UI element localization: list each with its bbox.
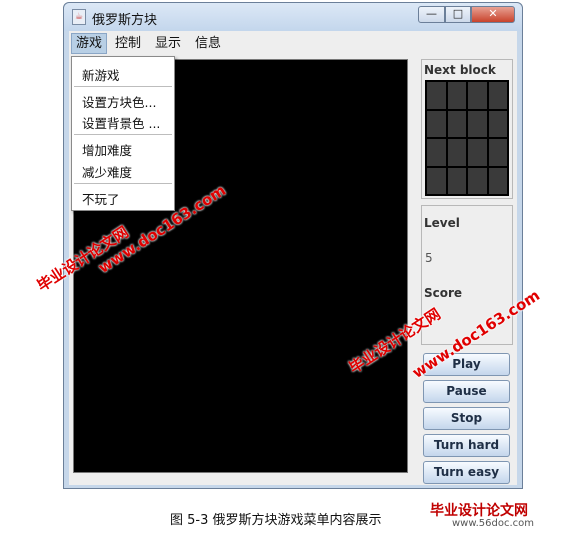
menu-item-decrease-difficulty[interactable]: 减少难度 [82,162,132,181]
client-area: 游戏 控制 显示 信息 新游戏 设置方块色... 设置背景色 ... 增加难度 … [69,31,517,485]
window-title: 俄罗斯方块 [92,13,158,28]
java-icon: ☕ [72,9,86,25]
menu-separator [74,86,172,87]
menu-item-new-game[interactable]: 新游戏 [82,65,120,84]
footer-logo: 毕业设计论文网 [430,503,528,519]
score-label: Score [424,286,463,300]
menu-separator [74,134,172,135]
level-value: 5 [425,251,433,265]
menu-item-set-block-color[interactable]: 设置方块色... [82,92,156,111]
menu-info[interactable]: 信息 [191,33,225,54]
menu-item-quit[interactable]: 不玩了 [82,189,120,208]
turn-hard-button[interactable]: Turn hard [423,434,510,457]
next-block-panel: Next block [421,59,513,199]
game-menu-dropdown: 新游戏 设置方块色... 设置背景色 ... 增加难度 减少难度 不玩了 [71,56,175,211]
menu-item-increase-difficulty[interactable]: 增加难度 [82,140,132,159]
next-block-label: Next block [424,63,496,77]
menu-bar: 游戏 控制 显示 信息 [69,31,517,56]
pause-button[interactable]: Pause [423,380,510,403]
menu-separator [74,183,172,184]
close-button[interactable]: ✕ [471,6,515,23]
menu-game[interactable]: 游戏 [71,33,108,54]
title-bar[interactable]: ☕ 俄罗斯方块 — □ ✕ [64,3,522,31]
turn-easy-button[interactable]: Turn easy [423,461,510,484]
next-block-preview [425,80,509,196]
figure-caption: 图 5-3 俄罗斯方块游戏菜单内容展示 [170,513,382,528]
menu-control[interactable]: 控制 [111,33,145,54]
menu-display[interactable]: 显示 [151,33,185,54]
menu-item-set-bg-color[interactable]: 设置背景色 ... [82,113,160,132]
level-label: Level [424,216,460,230]
minimize-button[interactable]: — [418,6,445,23]
stop-button[interactable]: Stop [423,407,510,430]
footer-url: www.56doc.com [452,518,535,529]
maximize-button[interactable]: □ [445,6,471,23]
